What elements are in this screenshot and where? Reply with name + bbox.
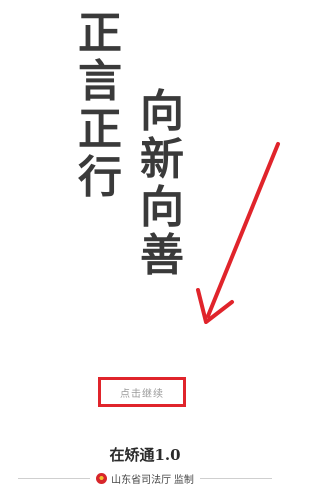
continue-button[interactable]: 点击继续 bbox=[98, 377, 186, 407]
footer-content: 山东省司法厅 监制 bbox=[90, 471, 200, 486]
slogan-left-column: 正 言 正 行 bbox=[78, 12, 122, 204]
slogan-right-column: 向 新 向 善 bbox=[140, 90, 184, 282]
slogan-char: 新 bbox=[140, 134, 184, 185]
slogan-char: 行 bbox=[78, 152, 122, 203]
footer: 山东省司法厅 监制 bbox=[0, 468, 290, 488]
footer-org-label: 山东省司法厅 监制 bbox=[111, 474, 194, 486]
emblem-icon bbox=[96, 472, 108, 484]
footer-divider-right bbox=[199, 477, 272, 479]
slogan-char: 正 bbox=[78, 104, 122, 155]
slogan-char: 向 bbox=[140, 86, 184, 137]
slogan-char: 言 bbox=[78, 56, 122, 107]
continue-button-label: 点击继续 bbox=[120, 388, 164, 400]
slogan-char: 向 bbox=[140, 182, 184, 233]
slogan-char: 善 bbox=[140, 230, 184, 281]
footer-divider-left bbox=[18, 477, 91, 479]
app-name: 在矫通1.0 bbox=[109, 446, 181, 464]
slogan-char: 正 bbox=[78, 8, 122, 59]
